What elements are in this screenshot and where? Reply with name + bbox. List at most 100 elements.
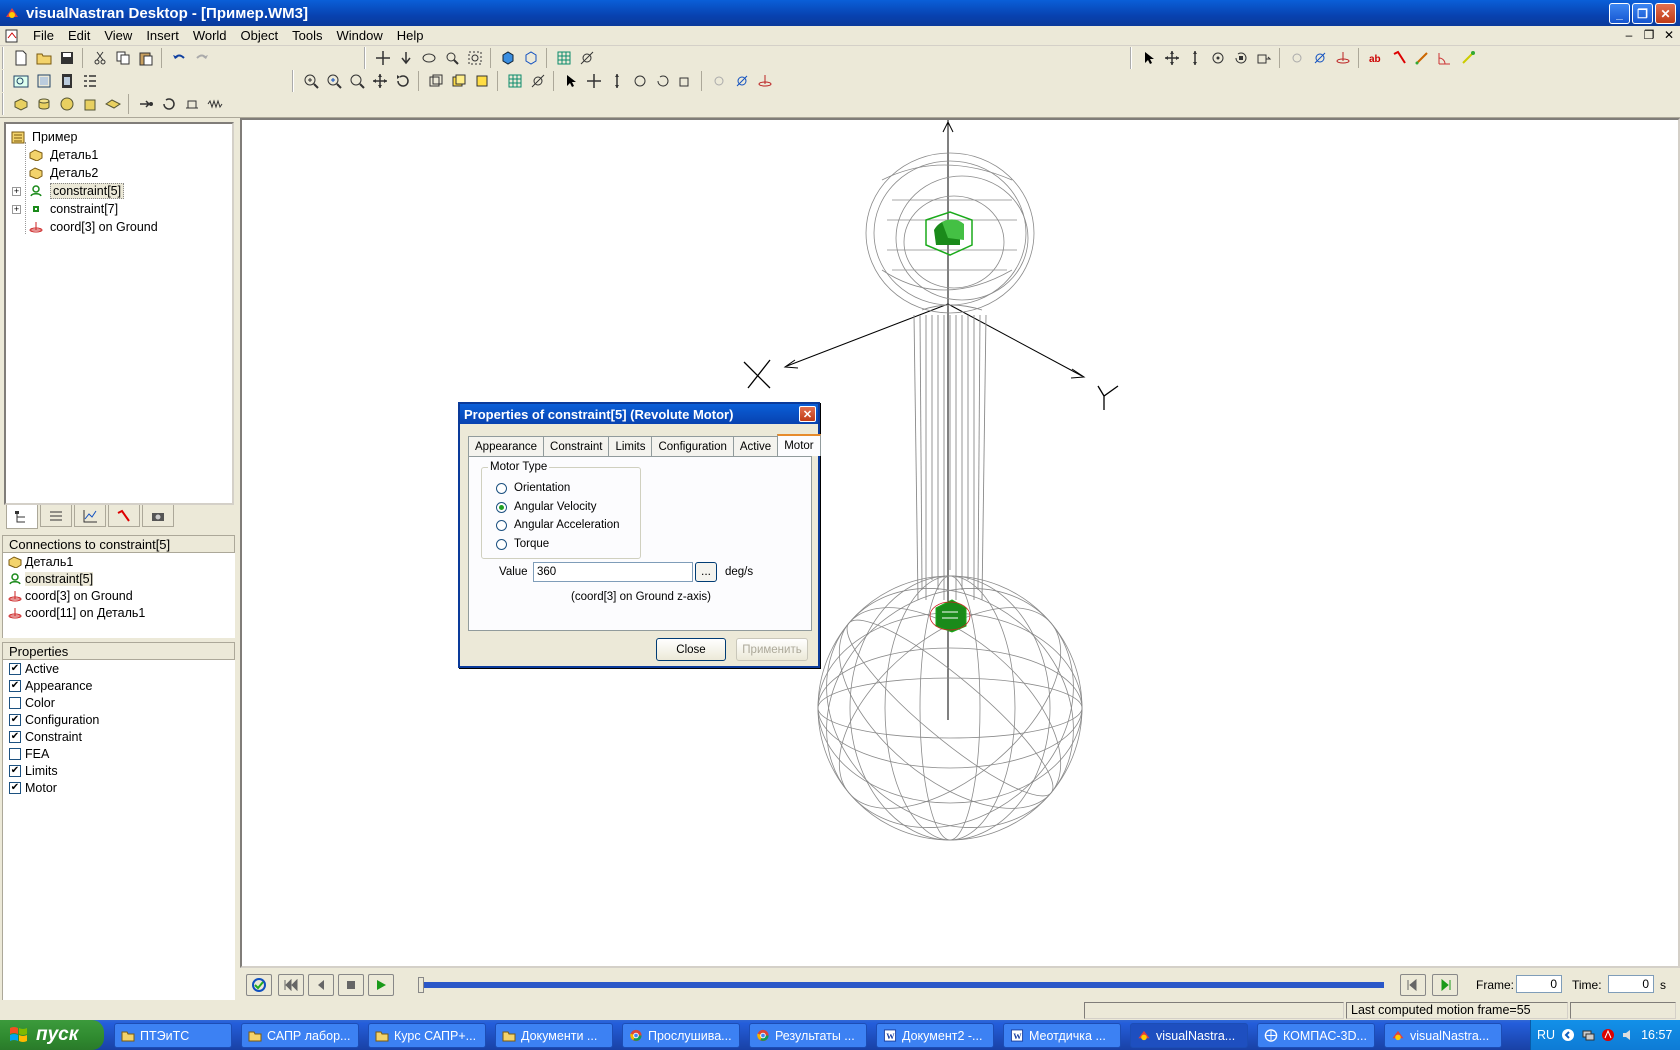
time-input[interactable]: 0 bbox=[1608, 975, 1654, 993]
plate-body-icon[interactable] bbox=[102, 93, 124, 115]
taskbar-item[interactable]: САПР лабор... bbox=[241, 1023, 359, 1048]
select-arrow-icon[interactable] bbox=[1138, 47, 1160, 69]
cut-icon[interactable] bbox=[89, 47, 111, 69]
sphere-body-icon[interactable] bbox=[56, 93, 78, 115]
zoom-window-icon[interactable] bbox=[10, 70, 32, 92]
redo-icon[interactable] bbox=[191, 47, 213, 69]
checkbox-checked[interactable]: ✔ bbox=[9, 730, 21, 743]
taskbar-item[interactable]: visualNastra... bbox=[1384, 1023, 1502, 1048]
property-motor[interactable]: ✔ Motor bbox=[3, 779, 235, 796]
tab-appearance[interactable]: Appearance bbox=[468, 436, 545, 456]
disabled-constraint-icon[interactable] bbox=[708, 70, 730, 92]
taskbar-item[interactable]: ПТЭиТС bbox=[114, 1023, 232, 1048]
tab-graph[interactable] bbox=[74, 505, 106, 527]
open-folder-icon[interactable] bbox=[33, 47, 55, 69]
menu-view[interactable]: View bbox=[97, 28, 139, 43]
zoom-icon[interactable] bbox=[441, 47, 463, 69]
checkbox-checked[interactable]: ✔ bbox=[9, 679, 21, 692]
property-active[interactable]: ✔ Active bbox=[3, 660, 235, 677]
property-constraint[interactable]: ✔ Constraint bbox=[3, 728, 235, 745]
start-button[interactable]: пуск bbox=[0, 1020, 104, 1050]
tray-antivirus-icon[interactable] bbox=[1601, 1028, 1615, 1042]
stop-button[interactable] bbox=[338, 974, 364, 996]
rotate-view-icon[interactable] bbox=[418, 47, 440, 69]
minimize-button[interactable]: _ bbox=[1609, 3, 1630, 24]
sphere-body[interactable] bbox=[778, 539, 1122, 877]
radio-button[interactable] bbox=[496, 482, 507, 494]
disabled-tool-icon[interactable] bbox=[1286, 47, 1308, 69]
rewind-button[interactable] bbox=[278, 974, 304, 996]
spin-object-icon[interactable] bbox=[1230, 47, 1252, 69]
pan-icon[interactable] bbox=[369, 70, 391, 92]
radio-torque[interactable]: Torque bbox=[496, 536, 549, 552]
property-limits[interactable]: ✔ Limits bbox=[3, 762, 235, 779]
tab-camera[interactable] bbox=[142, 505, 174, 527]
close-window-button[interactable]: ✕ bbox=[1655, 3, 1676, 24]
radio-button[interactable] bbox=[496, 519, 507, 531]
radio-button[interactable] bbox=[496, 538, 507, 550]
rotate-object-icon[interactable] bbox=[1207, 47, 1229, 69]
checkbox-unchecked[interactable] bbox=[9, 747, 21, 760]
menu-edit[interactable]: Edit bbox=[61, 28, 97, 43]
ruler-icon[interactable] bbox=[1411, 47, 1433, 69]
radio-angular-acceleration[interactable]: Angular Acceleration bbox=[496, 517, 619, 533]
frame-window-icon[interactable] bbox=[33, 70, 55, 92]
constraint-marker[interactable] bbox=[929, 599, 971, 633]
step-back-button[interactable] bbox=[308, 974, 334, 996]
tab-tree[interactable] bbox=[6, 505, 38, 529]
tree-item-part[interactable]: Деталь2 bbox=[6, 164, 232, 182]
constraint-tool-icon[interactable] bbox=[1309, 47, 1331, 69]
menu-object[interactable]: Object bbox=[234, 28, 286, 43]
property-appearance[interactable]: ✔ Appearance bbox=[3, 677, 235, 694]
mdi-close-button[interactable]: ✕ bbox=[1662, 28, 1676, 42]
taskbar-item[interactable]: Прослушива... bbox=[622, 1023, 740, 1048]
connection-item[interactable]: coord[11] on Деталь1 bbox=[3, 604, 235, 621]
no-gravity-icon[interactable] bbox=[576, 47, 598, 69]
simulation-mode-button[interactable] bbox=[246, 974, 272, 996]
dialog-close-icon[interactable]: ✕ bbox=[799, 406, 816, 422]
coord-tool-icon[interactable] bbox=[1332, 47, 1354, 69]
zoom-box-icon[interactable] bbox=[346, 70, 368, 92]
radio-button-selected[interactable] bbox=[496, 501, 507, 513]
list-view-icon[interactable] bbox=[79, 70, 101, 92]
language-indicator[interactable]: RU bbox=[1537, 1028, 1555, 1042]
restore-button[interactable]: ❐ bbox=[1632, 3, 1653, 24]
frame-back-button[interactable] bbox=[1400, 974, 1426, 996]
connecting-rod[interactable] bbox=[913, 304, 987, 601]
document-icon[interactable] bbox=[4, 28, 20, 44]
tree-item-constraint[interactable]: + constraint[5] bbox=[6, 182, 232, 200]
undo-icon[interactable] bbox=[168, 47, 190, 69]
tray-sound-icon[interactable] bbox=[1621, 1028, 1635, 1042]
constraint-icon[interactable] bbox=[731, 70, 753, 92]
value-input[interactable]: 360 bbox=[533, 562, 693, 582]
outline-view-icon[interactable] bbox=[471, 70, 493, 92]
property-configuration[interactable]: ✔ Configuration bbox=[3, 711, 235, 728]
rotate-icon[interactable] bbox=[629, 70, 651, 92]
tab-limits[interactable]: Limits bbox=[608, 436, 653, 456]
apply-button[interactable]: Применить bbox=[736, 638, 808, 661]
pointer-icon[interactable] bbox=[560, 70, 582, 92]
connection-item[interactable]: Деталь1 bbox=[3, 553, 235, 570]
copy-icon[interactable] bbox=[112, 47, 134, 69]
tree-item-constraint[interactable]: + constraint[7] bbox=[6, 200, 232, 218]
radio-angular-velocity[interactable]: Angular Velocity bbox=[496, 499, 596, 515]
text-label-icon[interactable]: ab bbox=[1365, 47, 1387, 69]
box-view-icon[interactable] bbox=[425, 70, 447, 92]
taskbar-item-active[interactable]: visualNastra... bbox=[1130, 1023, 1248, 1048]
checkbox-unchecked[interactable] bbox=[9, 696, 21, 709]
tree-item-part[interactable]: Деталь1 bbox=[6, 146, 232, 164]
tab-constraint[interactable]: Constraint bbox=[543, 436, 610, 456]
zoom-fit-icon[interactable] bbox=[464, 47, 486, 69]
orbit-icon[interactable] bbox=[392, 70, 414, 92]
cube-body-icon[interactable] bbox=[79, 93, 101, 115]
mdi-minimize-button[interactable]: – bbox=[1622, 28, 1636, 42]
mdi-restore-button[interactable]: ❐ bbox=[1642, 28, 1656, 42]
frame-forward-button[interactable] bbox=[1432, 974, 1458, 996]
spin-icon[interactable] bbox=[652, 70, 674, 92]
taskbar-item[interactable]: Документи ... bbox=[495, 1023, 613, 1048]
angle-icon[interactable] bbox=[1434, 47, 1456, 69]
frame-input[interactable]: 0 bbox=[1516, 975, 1562, 993]
timeline-thumb[interactable] bbox=[418, 977, 424, 993]
measure-icon[interactable] bbox=[1457, 47, 1479, 69]
property-fea[interactable]: FEA bbox=[3, 745, 235, 762]
